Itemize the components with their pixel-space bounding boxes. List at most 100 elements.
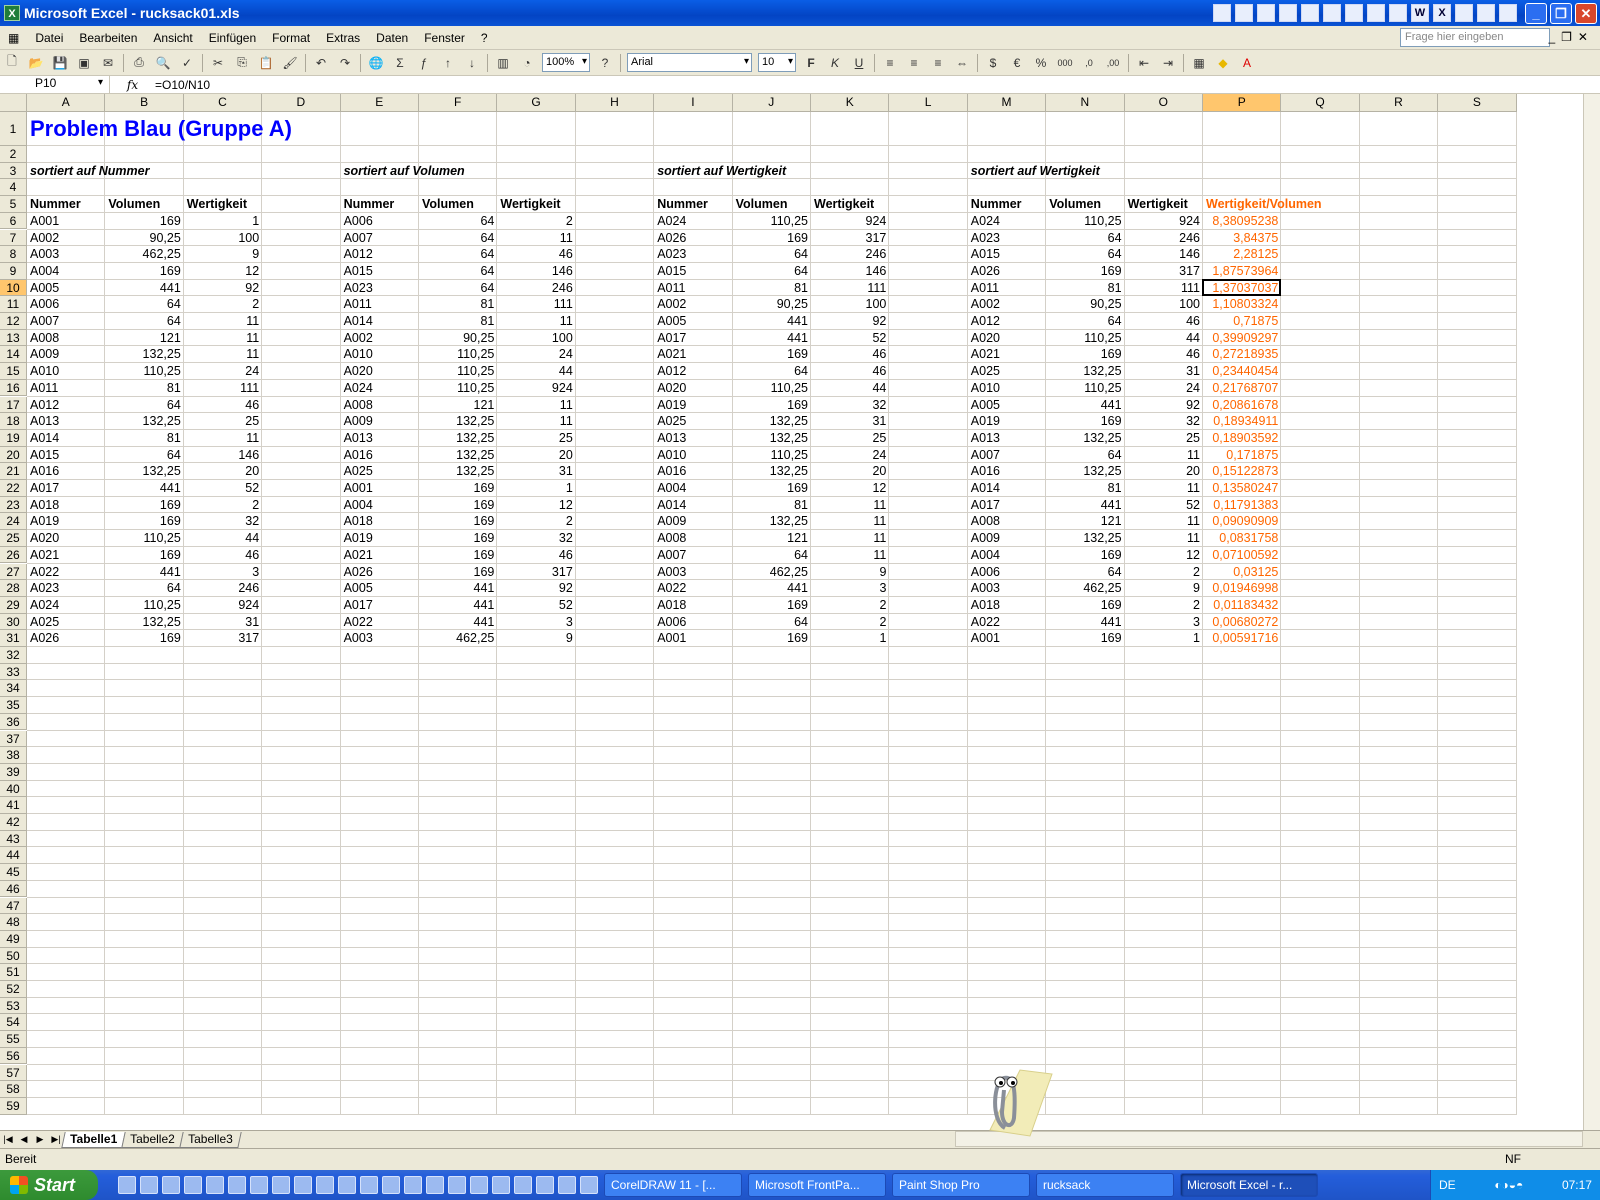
column-header-p[interactable]: P [1203, 94, 1282, 112]
table-cell[interactable]: 24 [184, 363, 262, 380]
app-icon[interactable] [470, 1176, 488, 1194]
table-cell[interactable]: A015 [341, 263, 419, 280]
table-cell[interactable]: 441 [419, 597, 497, 614]
table-cell[interactable]: 169 [1046, 547, 1124, 564]
table-cell[interactable]: A018 [341, 513, 419, 530]
menu-extras[interactable]: Extras [318, 31, 368, 45]
table-cell[interactable]: 169 [105, 263, 183, 280]
table-cell[interactable]: 169 [419, 547, 497, 564]
table-cell[interactable]: A020 [654, 380, 732, 397]
table-cell[interactable]: 12 [811, 480, 889, 497]
table-cell[interactable]: A013 [968, 430, 1046, 447]
table-cell[interactable]: 169 [733, 597, 811, 614]
align-left-icon[interactable]: ≡ [880, 53, 900, 73]
table-cell[interactable]: 44 [497, 363, 575, 380]
row-header[interactable]: 2 [0, 146, 27, 163]
table-cell[interactable]: A006 [654, 614, 732, 631]
table-cell[interactable]: 3 [811, 580, 889, 597]
table-cell[interactable]: A013 [341, 430, 419, 447]
table-cell[interactable]: 64 [105, 296, 183, 313]
table-cell[interactable]: A020 [27, 530, 105, 547]
table-cell[interactable]: A023 [654, 246, 732, 263]
mail-icon[interactable] [1279, 4, 1297, 22]
app-icon[interactable] [250, 1176, 268, 1194]
table-cell[interactable]: 11 [1125, 513, 1203, 530]
email-icon[interactable]: ✉ [98, 53, 118, 73]
table-cell[interactable]: 25 [497, 430, 575, 447]
table-cell[interactable]: 169 [105, 547, 183, 564]
column-label[interactable]: Volumen [419, 196, 497, 213]
row-header[interactable]: 52 [0, 981, 27, 998]
redo-icon[interactable]: ↷ [335, 53, 355, 73]
table-cell[interactable]: 132,25 [419, 463, 497, 480]
table-cell[interactable]: 11 [811, 513, 889, 530]
column-header-e[interactable]: E [340, 94, 419, 112]
table-cell[interactable]: 64 [419, 246, 497, 263]
table-cell[interactable]: 31 [497, 463, 575, 480]
table-cell[interactable]: 441 [1046, 397, 1124, 414]
row-header[interactable]: 49 [0, 930, 27, 948]
table-cell[interactable]: 11 [811, 497, 889, 514]
column-header-c[interactable]: C [183, 94, 263, 112]
table-cell[interactable]: A014 [27, 430, 105, 447]
table-cell[interactable]: 46 [811, 346, 889, 363]
table-cell[interactable]: 0,21768707 [1203, 380, 1281, 397]
table-cell[interactable]: A026 [341, 564, 419, 581]
row-header[interactable]: 35 [0, 697, 27, 714]
table-cell[interactable]: 317 [1125, 263, 1203, 280]
table-cell[interactable]: 2 [497, 513, 575, 530]
menu-format[interactable]: Format [264, 31, 318, 45]
task-paintshop[interactable]: Paint Shop Pro [892, 1173, 1030, 1197]
app-icon[interactable] [1213, 4, 1231, 22]
row-header[interactable]: 45 [0, 864, 27, 881]
row-header[interactable]: 5 [0, 196, 27, 213]
table-cell[interactable]: 11 [497, 313, 575, 330]
table-cell[interactable]: 132,25 [105, 413, 183, 430]
table-cell[interactable]: 462,25 [733, 564, 811, 581]
table-cell[interactable]: 46 [497, 246, 575, 263]
align-center-icon[interactable]: ≡ [904, 53, 924, 73]
app-icon[interactable] [1257, 4, 1275, 22]
table-cell[interactable]: 90,25 [105, 230, 183, 247]
table-cell[interactable]: 8,38095238 [1203, 213, 1281, 230]
table-cell[interactable]: 0,23440454 [1203, 363, 1281, 380]
table-cell[interactable]: 169 [105, 497, 183, 514]
table-cell[interactable]: A008 [341, 397, 419, 414]
table-cell[interactable]: 11 [1125, 480, 1203, 497]
minimize-button[interactable]: _ [1525, 2, 1547, 24]
app-icon[interactable] [1367, 4, 1385, 22]
table-cell[interactable]: 11 [1125, 447, 1203, 464]
row-header[interactable]: 41 [0, 797, 27, 814]
table-cell[interactable]: A019 [968, 413, 1046, 430]
table-cell[interactable]: 1 [184, 213, 262, 230]
row-header[interactable]: 10 [0, 279, 27, 297]
section-heading[interactable]: sortiert auf Nummer [27, 163, 262, 180]
table-cell[interactable]: 64 [419, 230, 497, 247]
column-header-n[interactable]: N [1046, 94, 1125, 112]
table-cell[interactable]: 132,25 [733, 413, 811, 430]
table-cell[interactable]: 64 [733, 246, 811, 263]
app-icon[interactable] [1323, 4, 1341, 22]
table-cell[interactable]: 462,25 [105, 246, 183, 263]
table-cell[interactable]: 11 [497, 397, 575, 414]
tab-tabelle3[interactable]: Tabelle3 [179, 1131, 242, 1148]
menu-datei[interactable]: Datei [27, 31, 71, 45]
app-icon[interactable] [382, 1176, 400, 1194]
row-header[interactable]: 16 [0, 379, 27, 397]
table-cell[interactable]: A021 [968, 346, 1046, 363]
app-icon[interactable] [1235, 4, 1253, 22]
table-cell[interactable]: 12 [497, 497, 575, 514]
table-cell[interactable]: 0,13580247 [1203, 480, 1281, 497]
table-cell[interactable]: A007 [341, 230, 419, 247]
column-header-d[interactable]: D [262, 94, 341, 112]
row-header[interactable]: 9 [0, 262, 27, 280]
table-cell[interactable]: 462,25 [419, 630, 497, 647]
table-cell[interactable]: 81 [1046, 280, 1124, 297]
table-cell[interactable]: A005 [341, 580, 419, 597]
table-cell[interactable]: 46 [1125, 313, 1203, 330]
table-cell[interactable]: 132,25 [1046, 430, 1124, 447]
table-cell[interactable]: A012 [968, 313, 1046, 330]
table-cell[interactable]: 46 [811, 363, 889, 380]
undo-icon[interactable]: ↶ [311, 53, 331, 73]
table-cell[interactable]: A009 [27, 346, 105, 363]
